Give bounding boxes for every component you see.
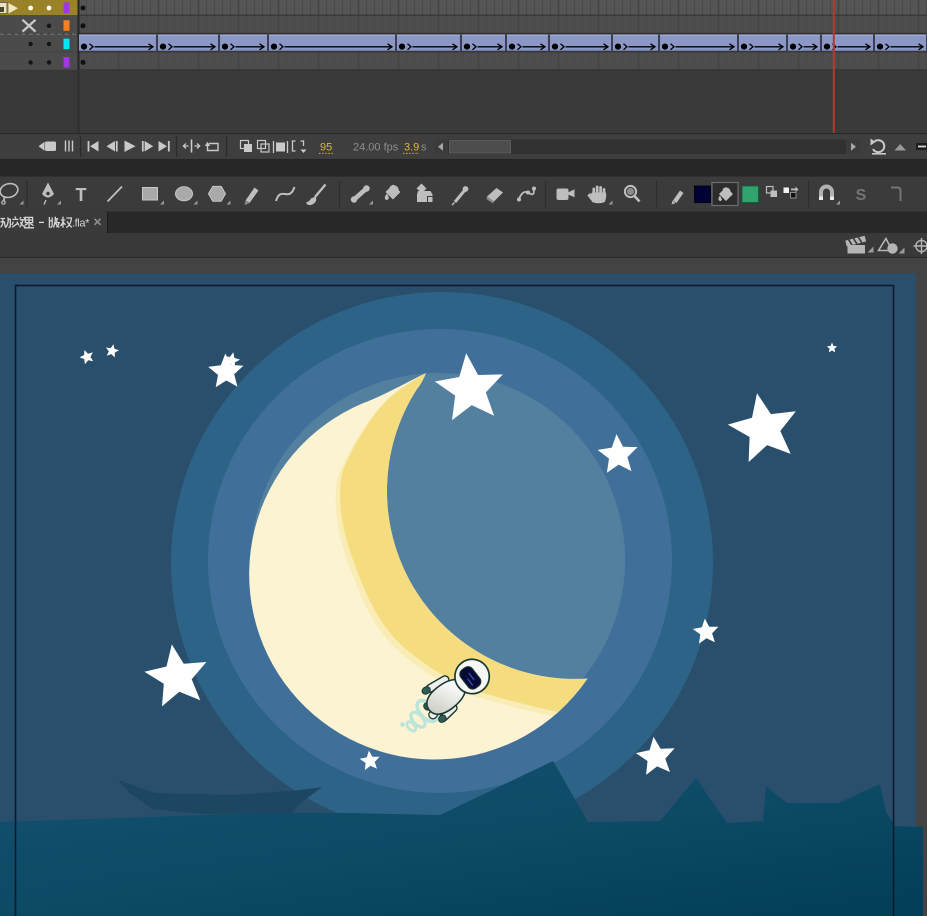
svg-text:T: T [76, 185, 87, 205]
svg-text:3.9: 3.9 [404, 142, 419, 154]
svg-text:S: S [856, 187, 867, 204]
svg-text:.fla*: .fla* [72, 218, 90, 230]
svg-text:24.00 fps: 24.00 fps [353, 142, 399, 154]
svg-text:95: 95 [320, 142, 332, 154]
svg-text:s: s [421, 142, 427, 154]
